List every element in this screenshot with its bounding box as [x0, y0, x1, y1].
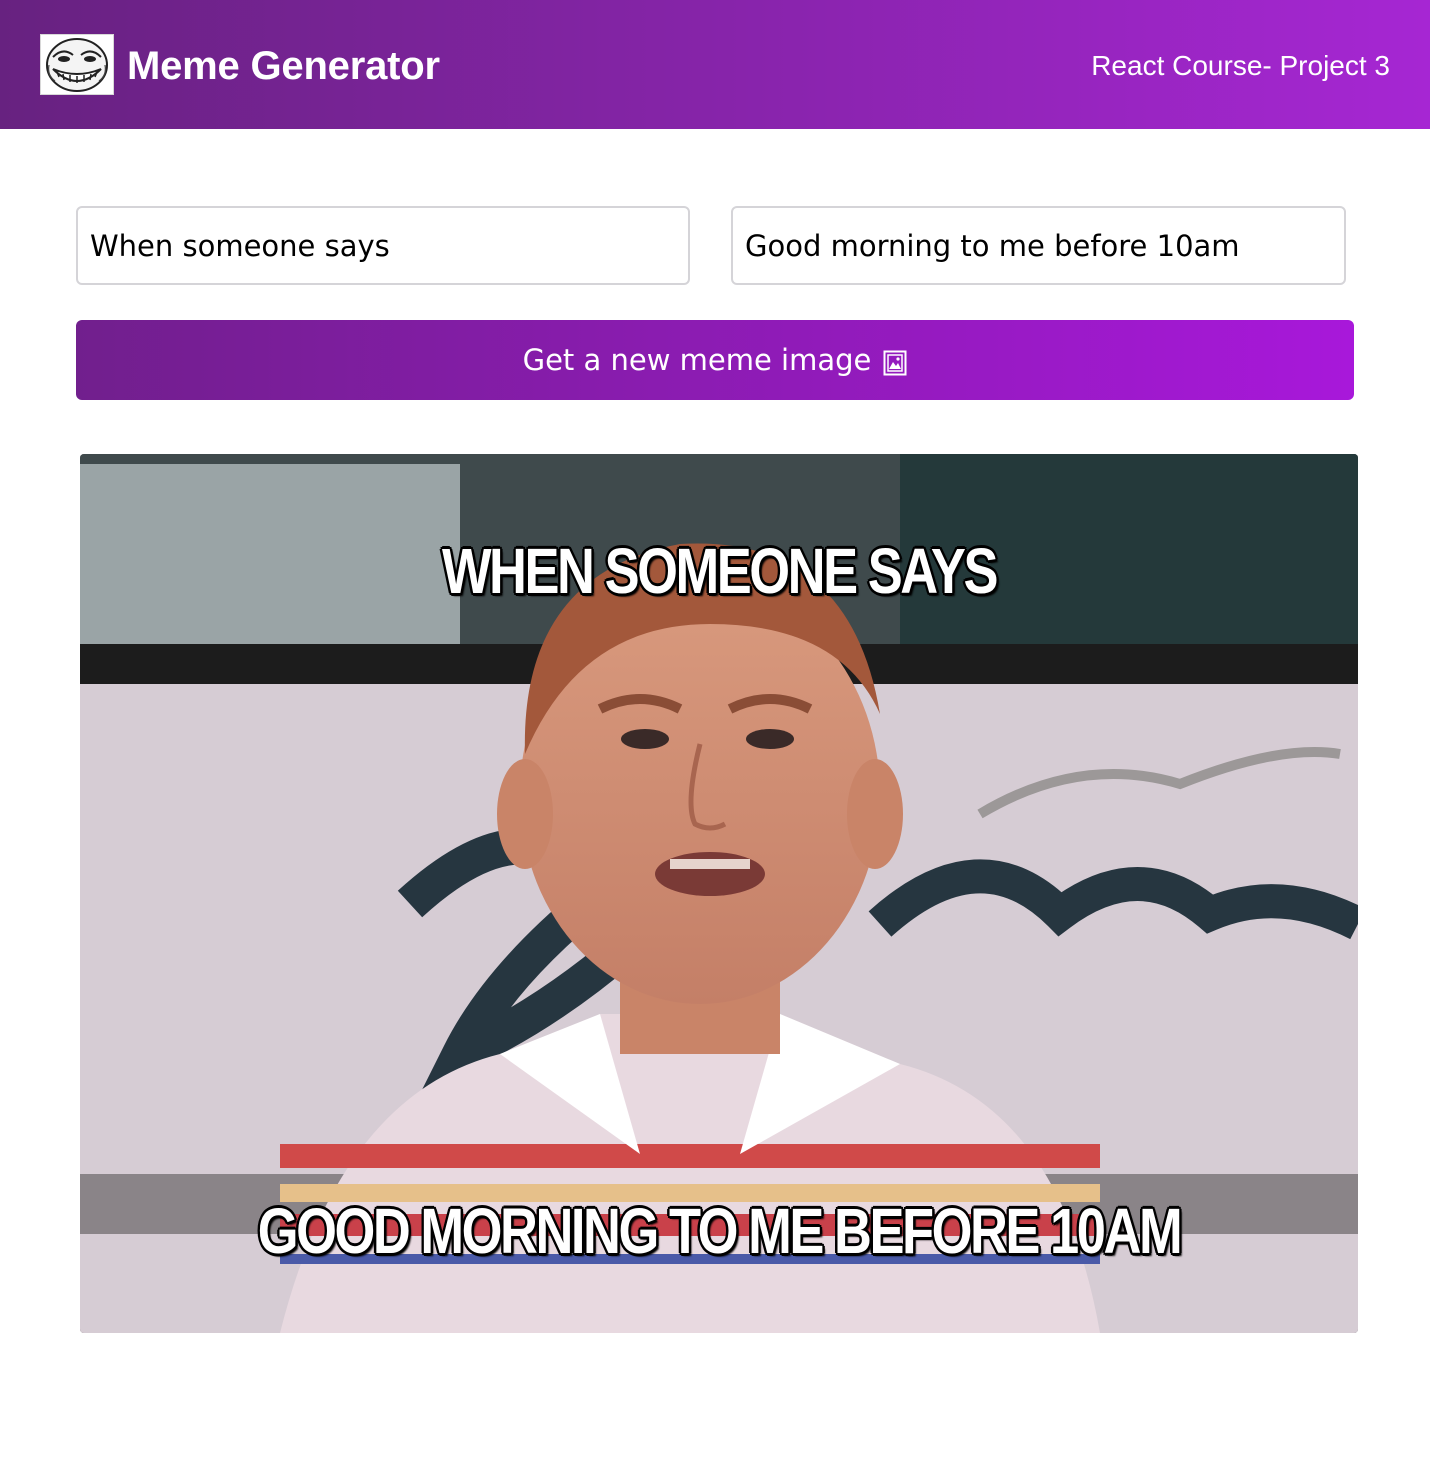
meme-image: When someone says Good morning to me bef… — [80, 454, 1358, 1333]
framed-picture-icon — [883, 349, 907, 376]
top-text-input[interactable] — [76, 206, 690, 285]
project-subtitle: React Course- Project 3 — [1091, 50, 1390, 81]
get-new-meme-button[interactable]: Get a new meme image — [76, 320, 1354, 400]
meme-bottom-text: Good morning to me before 10am — [257, 1195, 1183, 1267]
bottom-text-input[interactable] — [731, 206, 1346, 285]
get-new-meme-button-label: Get a new meme image — [522, 343, 872, 377]
troll-face-icon — [40, 34, 114, 95]
app-title: Meme Generator — [127, 44, 440, 88]
meme-top-text: When someone says — [441, 535, 998, 607]
app-header: Meme Generator React Course- Project 3 — [0, 0, 1430, 129]
